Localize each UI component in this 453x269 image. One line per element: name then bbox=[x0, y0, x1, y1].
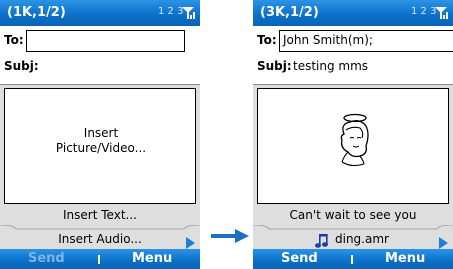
softkey-separator bbox=[98, 255, 100, 264]
next-slide-arrow-icon[interactable] bbox=[439, 237, 448, 249]
send-softkey[interactable]: Send bbox=[28, 251, 65, 266]
insert-picture-label: Insert Picture/Video... bbox=[5, 126, 197, 156]
input-mode-indicator: 1 2 3 bbox=[158, 6, 184, 17]
title-bar: (3K,1/2) 1 2 3 bbox=[253, 0, 453, 26]
softkey-separator bbox=[351, 255, 353, 264]
subject-input[interactable]: testing mms bbox=[293, 59, 368, 73]
title-bar: (1K,1/2) 1 2 3 bbox=[0, 0, 200, 26]
to-input[interactable] bbox=[26, 30, 185, 52]
softkey-bar: Send Menu bbox=[253, 249, 453, 269]
signal-strength-icon bbox=[182, 7, 195, 19]
audio-file-name[interactable]: ding.amr bbox=[335, 232, 389, 246]
phone-screen-filled-compose: (3K,1/2) 1 2 3 To: John Smith(m); Subj: … bbox=[253, 0, 453, 269]
menu-softkey[interactable]: Menu bbox=[132, 251, 172, 266]
phone-screen-empty-compose: (1K,1/2) 1 2 3 To: Subj: Insert Picture/… bbox=[0, 0, 200, 269]
send-softkey[interactable]: Send bbox=[281, 251, 318, 266]
angel-picture bbox=[340, 113, 369, 167]
music-note-icon bbox=[315, 234, 328, 248]
transition-arrow-icon bbox=[211, 229, 249, 243]
softkey-bar: Send Menu bbox=[0, 249, 200, 269]
menu-softkey[interactable]: Menu bbox=[385, 251, 425, 266]
insert-audio-button[interactable]: Insert Audio... bbox=[0, 232, 200, 246]
slide-compose-area: Can't wait to see you ding.amr bbox=[253, 84, 453, 249]
input-mode-indicator: 1 2 3 bbox=[411, 6, 437, 17]
signal-strength-icon bbox=[435, 7, 448, 19]
subject-label: Subj: bbox=[257, 59, 292, 73]
next-slide-arrow-icon[interactable] bbox=[186, 237, 195, 249]
to-label: To: bbox=[4, 33, 24, 47]
insert-text-button[interactable]: Insert Text... bbox=[0, 208, 200, 222]
insert-picture-label-line1: Insert bbox=[83, 126, 119, 140]
insert-picture-video-slot[interactable]: Insert Picture/Video... bbox=[4, 88, 196, 204]
to-label: To: bbox=[257, 33, 277, 47]
message-text[interactable]: Can't wait to see you bbox=[253, 208, 453, 222]
message-size-indicator: (1K,1/2) bbox=[7, 5, 66, 20]
message-size-indicator: (3K,1/2) bbox=[260, 5, 319, 20]
subject-label: Subj: bbox=[4, 59, 39, 73]
slide-compose-area: Insert Picture/Video... Insert Text... I… bbox=[0, 84, 200, 249]
insert-picture-label-line2: Picture/Video... bbox=[55, 141, 147, 155]
picture-slot[interactable] bbox=[257, 88, 449, 204]
to-input[interactable]: John Smith(m); bbox=[279, 30, 453, 52]
